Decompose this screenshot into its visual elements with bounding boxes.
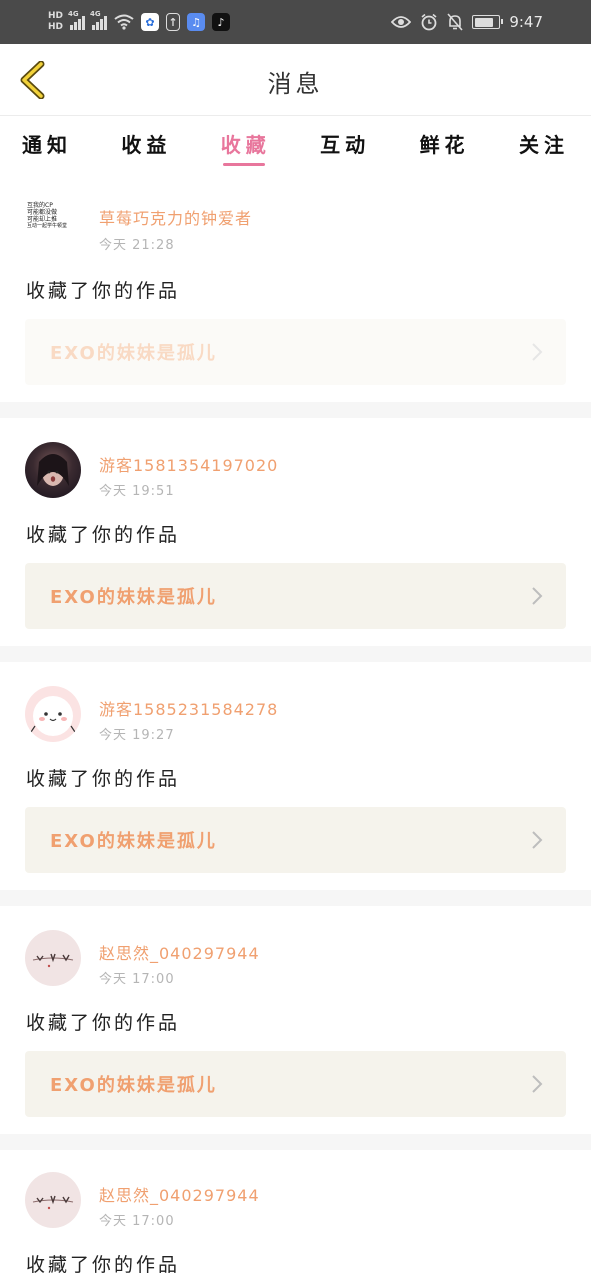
message-time: 今天 21:28 [99, 238, 175, 253]
signal-icon: 4G [90, 10, 108, 30]
app-header: 消息 [0, 44, 591, 116]
tab-label: 关注 [518, 133, 569, 157]
tab-flowers[interactable]: 鲜花 [420, 117, 470, 173]
avatar-text: 互我的CP [27, 202, 53, 209]
tab-label: 互动 [320, 133, 371, 157]
status-bar: HD HD 4G 4G ✿ ↑ ♫ ♪ 9:47 [0, 0, 591, 44]
network-type-label: 4G [90, 10, 101, 18]
username[interactable]: 草莓巧克力的钟爱者 [99, 205, 252, 229]
message-time: 今天 17:00 [99, 972, 175, 987]
avatar[interactable] [25, 930, 81, 986]
hd-icon: HD HD [48, 11, 63, 33]
work-link[interactable]: EXO的妹妹是孤儿 [25, 319, 566, 385]
action-text: 收藏了你的作品 [26, 1012, 181, 1034]
avatar-photo [32, 1195, 74, 1210]
network-type-label: 4G [68, 10, 79, 18]
avatar[interactable] [25, 686, 81, 742]
signal-icon: 4G [68, 10, 86, 30]
chevron-right-icon [532, 343, 543, 361]
wifi-icon [114, 14, 134, 30]
avatar[interactable]: 互我的CP 可能都没做 可能却上推 互动一起学牛顿堂 [25, 188, 81, 244]
work-title: EXO的妹妹是孤儿 [50, 587, 217, 608]
tab-bar: 通知 收益 收藏 互动 鲜花 关注 [0, 117, 591, 173]
tab-label: 通知 [22, 133, 72, 157]
action-text: 收藏了你的作品 [26, 280, 181, 302]
hd-label: HD [48, 22, 64, 32]
list-separator [0, 1134, 591, 1150]
chevron-right-icon [532, 1075, 543, 1093]
list-separator [0, 890, 591, 906]
battery-icon [472, 15, 504, 29]
list-item: 游客1585231584278 今天 19:27 收藏了你的作品 EXO的妹妹是… [0, 662, 591, 890]
music-app-icon: ♫ [187, 13, 206, 31]
tab-label: 鲜花 [419, 133, 470, 157]
tab-earnings[interactable]: 收益 [121, 117, 171, 173]
action-text: 收藏了你的作品 [26, 524, 181, 546]
chevron-right-icon [532, 587, 543, 605]
tab-label: 收益 [121, 133, 172, 157]
message-time: 今天 17:00 [99, 1214, 175, 1229]
avatar-text: 互动一起学牛顿堂 [27, 223, 68, 229]
list-item: 赵思然_040297944 今天 17:00 收藏了你的作品 [0, 1150, 591, 1280]
message-time: 今天 19:27 [99, 728, 175, 743]
work-title: EXO的妹妹是孤儿 [50, 343, 217, 364]
list-item: 赵思然_040297944 今天 17:00 收藏了你的作品 EXO的妹妹是孤儿 [0, 906, 591, 1134]
work-link[interactable]: EXO的妹妹是孤儿 [25, 563, 566, 629]
avatar[interactable] [25, 442, 81, 498]
work-title: EXO的妹妹是孤儿 [50, 831, 217, 852]
tab-favorites[interactable]: 收藏 [221, 117, 271, 173]
work-link[interactable]: EXO的妹妹是孤儿 [25, 807, 566, 873]
page-title: 消息 [267, 70, 324, 98]
avatar-photo [32, 953, 74, 968]
work-link[interactable]: EXO的妹妹是孤儿 [25, 1051, 566, 1117]
action-text: 收藏了你的作品 [26, 768, 181, 790]
avatar-text: 可能却上推 [27, 216, 58, 223]
tab-following[interactable]: 关注 [519, 117, 569, 173]
username[interactable]: 赵思然_040297944 [99, 1182, 260, 1206]
list-item: 互我的CP 可能都没做 可能却上推 互动一起学牛顿堂 草莓巧克力的钟爱者 今天 … [0, 174, 591, 402]
username[interactable]: 赵思然_040297944 [99, 940, 260, 964]
alarm-icon [421, 13, 437, 31]
avatar-text: 可能都没做 [27, 209, 58, 216]
status-bar-left: HD HD 4G 4G ✿ ↑ ♫ ♪ [48, 6, 231, 38]
tab-label: 收藏 [220, 133, 271, 157]
avatar-photo [30, 696, 76, 736]
list-item: 游客1581354197020 今天 19:51 收藏了你的作品 EXO的妹妹是… [0, 418, 591, 646]
chevron-right-icon [532, 831, 543, 849]
message-time: 今天 19:51 [99, 484, 175, 499]
work-title: EXO的妹妹是孤儿 [50, 1075, 217, 1096]
upload-icon: ↑ [166, 13, 181, 31]
username[interactable]: 游客1581354197020 [99, 452, 278, 476]
tab-interactions[interactable]: 互动 [320, 117, 370, 173]
clock: 9:47 [509, 13, 543, 31]
avatar[interactable] [25, 1172, 81, 1228]
active-tab-indicator [222, 163, 265, 166]
tiktok-app-icon: ♪ [212, 13, 231, 31]
list-separator [0, 646, 591, 662]
mute-bell-icon [447, 13, 463, 31]
hd-label: HD [48, 11, 64, 21]
baidu-app-icon: ✿ [141, 13, 160, 31]
username[interactable]: 游客1585231584278 [99, 696, 278, 720]
action-text: 收藏了你的作品 [26, 1254, 181, 1276]
avatar-photo [37, 454, 69, 486]
eye-icon [391, 16, 412, 28]
tab-notifications[interactable]: 通知 [22, 117, 72, 173]
status-bar-right: 9:47 [391, 6, 543, 38]
list-separator [0, 402, 591, 418]
